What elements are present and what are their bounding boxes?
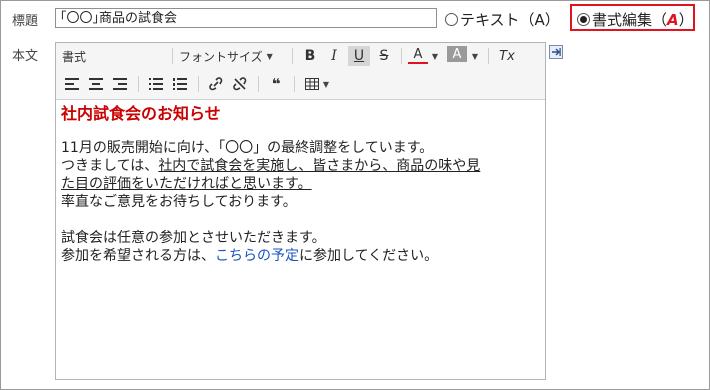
body-label: 本文 (12, 49, 39, 64)
format-select-label: 書式 (62, 49, 87, 64)
toolbar-separator (258, 76, 259, 92)
text-color-button[interactable]: A (408, 46, 428, 64)
radio-rich-mode[interactable]: 書式編集（ A） (577, 9, 694, 30)
font-size-select-label: フォントサイズ (179, 49, 263, 64)
underline-button[interactable]: U (348, 46, 370, 66)
toolbar-separator (138, 76, 139, 92)
content-line: 11月の販売開始に向け、「〇〇」の最終調整をしています。 (61, 140, 434, 156)
align-left-icon (65, 78, 79, 90)
radio-text-mode[interactable]: テキスト（A） (445, 9, 560, 30)
title-input[interactable]: ｢〇〇｣商品の試食会 (55, 8, 437, 28)
align-right-icon (113, 78, 127, 90)
expand-editor-button[interactable] (549, 45, 563, 59)
content-line: 率直なご意見をお待ちしております。 (61, 194, 297, 210)
title-label: 標題 (12, 14, 39, 29)
blockquote-button[interactable]: ❝ (266, 74, 286, 94)
table-icon (304, 78, 319, 90)
bulleted-list-icon (149, 78, 163, 90)
underlined-text: た目の評価をいただければと思います。 (61, 176, 312, 192)
annotation-mark: A (667, 10, 679, 29)
content-text: に参加してください。 (299, 248, 439, 264)
radio-button-icon[interactable] (445, 13, 458, 26)
background-color-dropdown[interactable]: ▼ (470, 46, 480, 66)
bulleted-list-button[interactable] (146, 74, 166, 94)
numbered-list-icon (173, 78, 187, 90)
chevron-down-icon: ▼ (431, 51, 439, 61)
content-line: つきましては、社内で試食会を実施し、皆さまから、商品の味や見 (61, 157, 541, 175)
toolbar-separator (294, 76, 295, 92)
insert-link-button[interactable] (206, 74, 226, 94)
editor-toolbar: 書式 フォントサイズ ▼ B I U S A ▼ A ▼ Tx ❝ ▼ (56, 43, 545, 100)
text-color-dropdown[interactable]: ▼ (430, 46, 440, 66)
underlined-text: 社内で試食会を実施し、皆さまから、商品の味や見 (158, 158, 481, 174)
chevron-down-icon: ▼ (266, 51, 273, 61)
font-size-select[interactable]: フォントサイズ ▼ (179, 46, 284, 66)
numbered-list-button[interactable] (170, 74, 190, 94)
unlink-icon (233, 77, 247, 91)
content-line: 参加を希望される方は、こちらの予定に参加してください。 (61, 247, 541, 265)
quote-icon: ❝ (271, 75, 281, 93)
toolbar-separator (401, 48, 402, 64)
rich-text-editor[interactable]: 書式 フォントサイズ ▼ B I U S A ▼ A ▼ Tx ❝ ▼ 社内試食… (55, 42, 546, 380)
editor-content[interactable]: 社内試食会のお知らせ 11月の販売開始に向け、「〇〇」の最終調整をしています。 … (61, 101, 541, 265)
strikethrough-button[interactable]: S (374, 46, 394, 66)
link-icon (209, 77, 223, 91)
compose-panel: 標題 ｢〇〇｣商品の試食会 テキスト（A） 書式編集（ A） 本文 書式 フォント… (0, 0, 710, 390)
align-left-button[interactable] (62, 74, 82, 94)
content-heading: 社内試食会のお知らせ (61, 104, 221, 123)
content-text: つきましては、 (61, 158, 159, 174)
radio-button-selected-icon[interactable] (577, 13, 590, 26)
italic-button[interactable]: I (324, 46, 344, 66)
schedule-link[interactable]: こちらの予定 (215, 248, 299, 264)
background-color-button[interactable]: A (447, 46, 467, 62)
content-text: 参加を希望される方は、 (61, 248, 215, 264)
toolbar-separator (198, 76, 199, 92)
clear-format-button[interactable]: Tx (496, 46, 518, 66)
bold-button[interactable]: B (300, 46, 320, 66)
toolbar-separator (172, 48, 173, 64)
chevron-down-icon: ▼ (322, 79, 330, 89)
radio-rich-mode-label-suffix: ） (678, 11, 694, 29)
align-center-icon (89, 78, 103, 90)
toolbar-separator (292, 48, 293, 64)
content-line: 試食会は任意の参加とさせいただきます。 (61, 230, 326, 246)
radio-text-mode-label: テキスト（A） (460, 11, 560, 29)
align-center-button[interactable] (86, 74, 106, 94)
arrow-right-icon (552, 48, 561, 56)
radio-rich-mode-label-prefix: 書式編集（ (592, 11, 668, 29)
remove-link-button[interactable] (230, 74, 250, 94)
content-line: た目の評価をいただければと思います。 (61, 175, 541, 193)
align-right-button[interactable] (110, 74, 130, 94)
format-select[interactable]: 書式 (62, 46, 162, 66)
toolbar-separator (488, 48, 489, 64)
insert-table-button[interactable]: ▼ (302, 74, 332, 94)
chevron-down-icon: ▼ (471, 51, 479, 61)
